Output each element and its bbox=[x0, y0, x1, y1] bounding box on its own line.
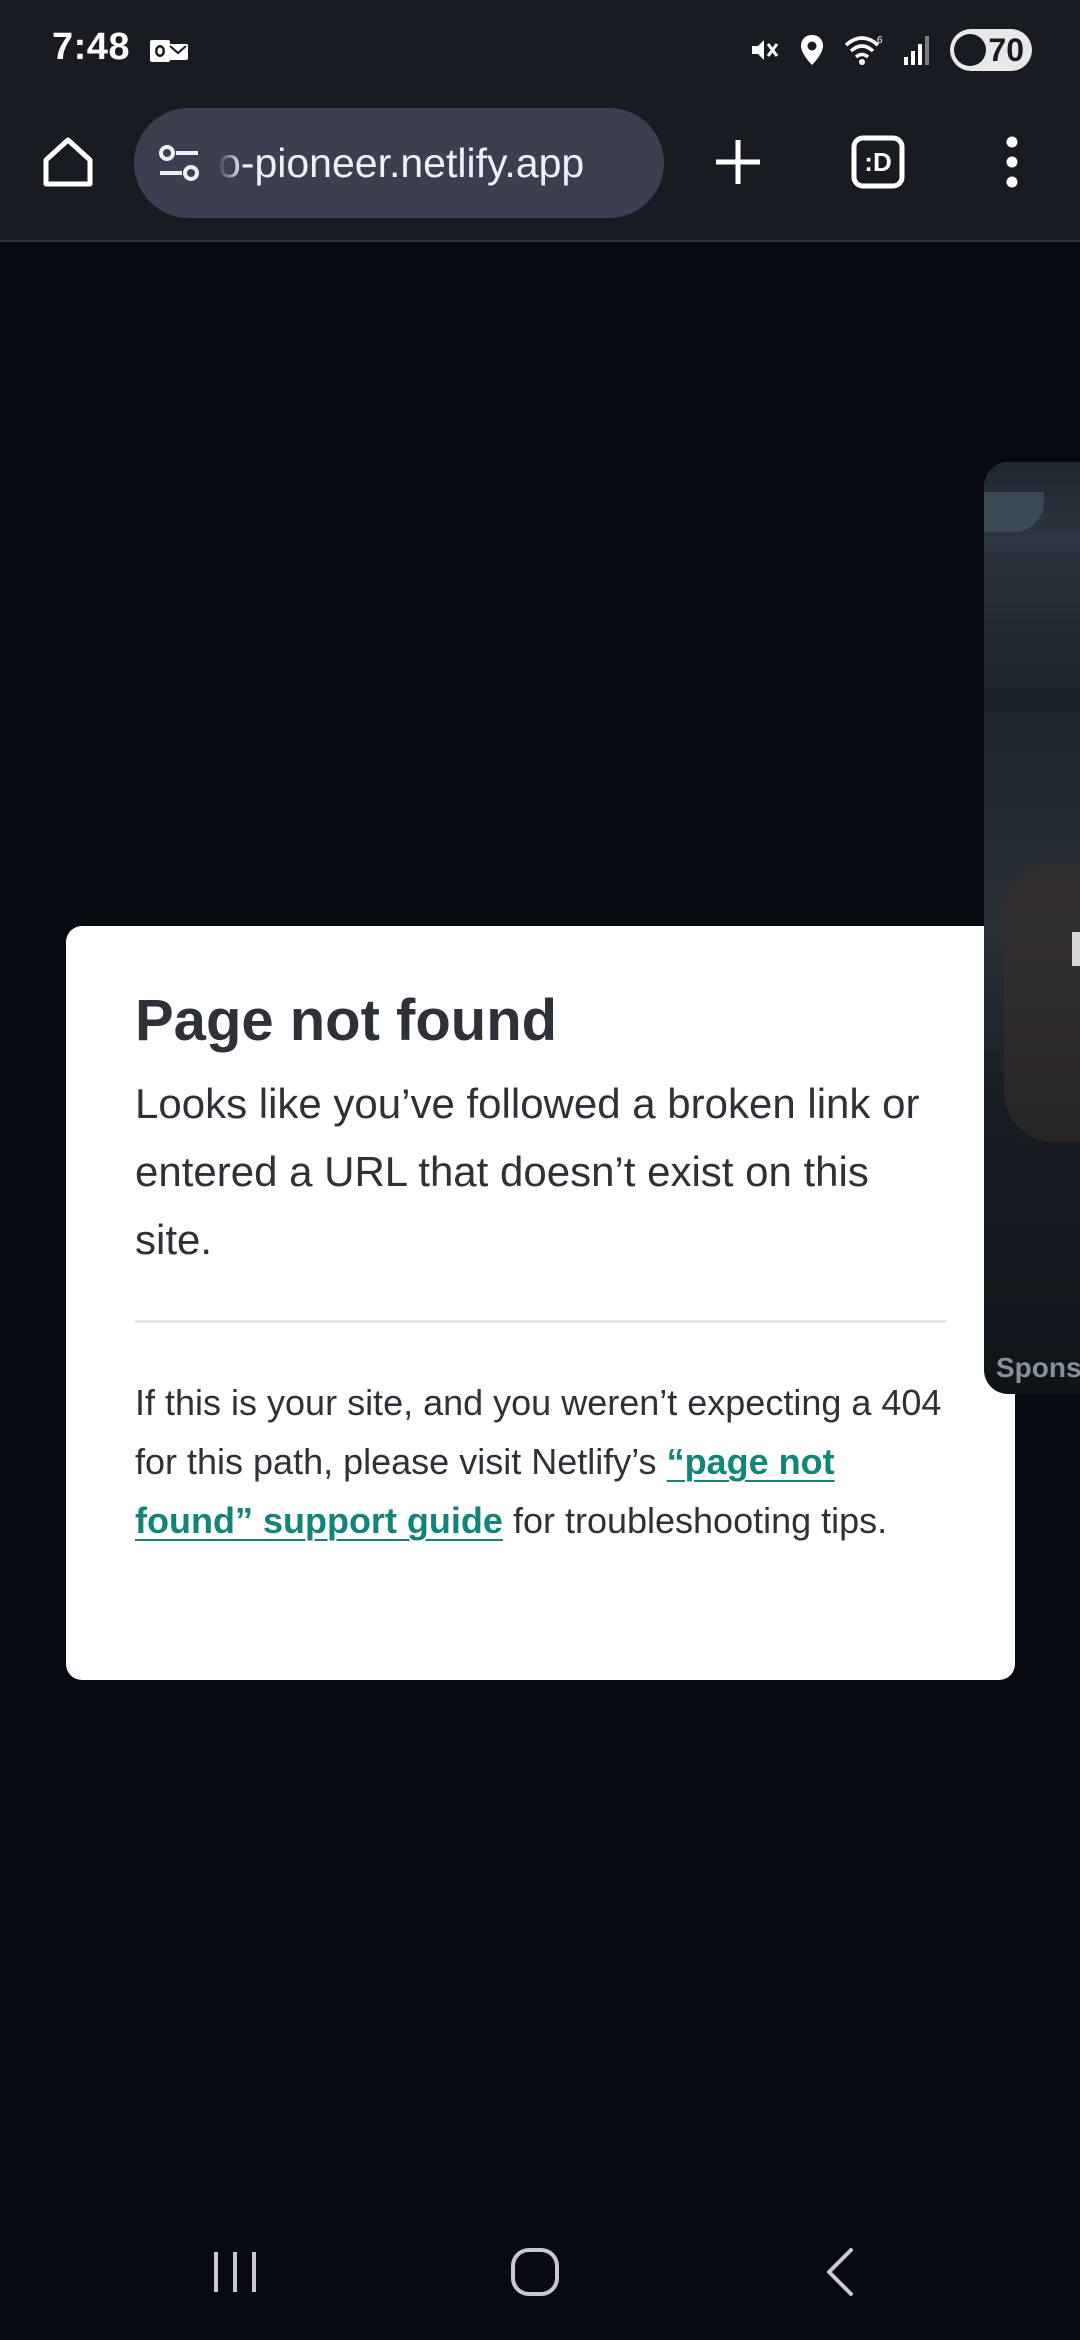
status-icons: 6 70 bbox=[746, 28, 1032, 72]
back-button[interactable] bbox=[796, 2234, 886, 2310]
ad-image-detail bbox=[984, 492, 1044, 532]
site-settings-icon[interactable] bbox=[154, 138, 204, 188]
not-found-card: Page not found Looks like you’ve followe… bbox=[66, 926, 1015, 1680]
svg-text:6: 6 bbox=[877, 35, 883, 46]
home-circle-icon bbox=[511, 2248, 559, 2296]
power-saving-icon bbox=[954, 34, 986, 66]
page-content: Page not found Looks like you’ve followe… bbox=[0, 244, 1080, 2244]
help-text-after: for troubleshooting tips. bbox=[502, 1499, 888, 1541]
status-time: 7:48 bbox=[52, 26, 131, 68]
ad-image-detail bbox=[1072, 932, 1080, 966]
recent-apps-button[interactable] bbox=[190, 2234, 280, 2310]
url-text[interactable]: o-pioneer.netlify.app bbox=[218, 140, 584, 187]
new-tab-icon bbox=[716, 140, 760, 184]
system-navigation-bar bbox=[0, 2200, 1080, 2340]
error-description: Looks like you’ve followed a broken link… bbox=[135, 1079, 920, 1263]
tab-switcher-button[interactable]: :D bbox=[840, 124, 916, 200]
home-nav-button[interactable] bbox=[490, 2234, 580, 2310]
new-tab-button[interactable] bbox=[700, 124, 776, 200]
address-bar[interactable]: o-pioneer.netlify.app bbox=[134, 108, 664, 218]
divider bbox=[135, 1319, 946, 1323]
ad-image-detail bbox=[1004, 862, 1080, 1142]
sponsored-ad[interactable]: Spons bbox=[984, 462, 1080, 1394]
wifi-icon: 6 bbox=[844, 35, 883, 65]
sponsored-label: Spons bbox=[996, 1352, 1080, 1383]
page-title: Page not found bbox=[135, 988, 558, 1053]
tab-switcher-icon: :D bbox=[851, 135, 905, 189]
home-button[interactable] bbox=[30, 124, 106, 200]
location-icon bbox=[801, 35, 823, 65]
battery-icon: 70 bbox=[950, 29, 1032, 71]
back-icon bbox=[827, 2248, 853, 2296]
signal-icon bbox=[904, 36, 929, 65]
tab-switcher-text: :D bbox=[864, 147, 891, 177]
more-menu-icon bbox=[1006, 136, 1018, 188]
battery-level: 70 bbox=[988, 31, 1024, 68]
browser-toolbar: o-pioneer.netlify.app :D bbox=[0, 100, 1080, 242]
outlook-notification-icon bbox=[150, 40, 188, 62]
more-menu-button[interactable] bbox=[974, 124, 1050, 200]
help-text: If this is your site, and you weren’t ex… bbox=[135, 1373, 955, 1550]
recent-apps-icon bbox=[214, 2252, 256, 2292]
status-bar: 7:48 6 70 bbox=[0, 0, 1080, 100]
mute-vibrate-icon bbox=[752, 40, 779, 60]
home-icon bbox=[43, 137, 93, 187]
